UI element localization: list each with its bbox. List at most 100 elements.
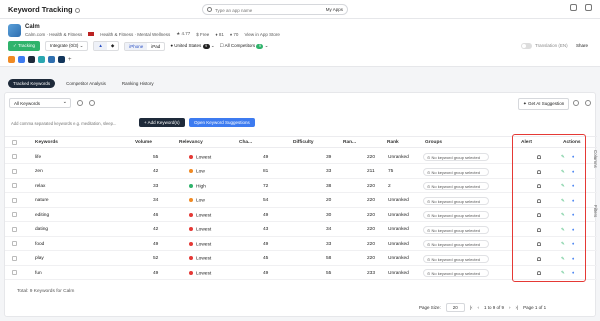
cell-volume: 52	[153, 256, 159, 261]
tab-tracked-keywords[interactable]: Tracked Keywords	[8, 79, 56, 88]
col-ranked[interactable]: Ran...	[343, 140, 356, 145]
group-select[interactable]: ⊙ No keyword group selected	[423, 254, 489, 263]
competitor-app-icon[interactable]	[28, 56, 35, 63]
tab-ranking-history[interactable]: Ranking History	[117, 79, 159, 88]
group-select[interactable]: ⊙ No keyword group selected	[423, 182, 489, 190]
app-name: Calm	[25, 24, 40, 30]
notification-icon[interactable]	[585, 4, 592, 11]
row-checkbox[interactable]	[12, 212, 17, 217]
app-meta: Calm.com · Health & Fitness Health & Fit…	[25, 31, 280, 37]
group-select[interactable]: ⊙ No keyword group selected	[423, 153, 489, 161]
total-label: Total: 9 Keywords for Calm	[17, 289, 75, 294]
refresh-icon[interactable]	[77, 100, 83, 106]
share-button[interactable]: Share	[576, 43, 588, 48]
info-icon[interactable]	[74, 7, 80, 13]
table-row[interactable]: dating 42 Lowest 43 34 220 Unranked ⊙ No keywor…	[5, 223, 597, 237]
group-select[interactable]: ⊙ No keyword group selected	[423, 196, 489, 205]
page-size-select[interactable]: 20	[445, 303, 465, 312]
col-keywords[interactable]: Keywords	[35, 140, 58, 145]
competitors-select[interactable]: ☐ All Competitors 9 ⌄	[220, 43, 268, 49]
competitor-app-icon[interactable]	[8, 56, 15, 63]
row-checkbox[interactable]	[12, 241, 17, 246]
group-select[interactable]: ⊙ No keyword group selected	[423, 211, 489, 219]
col-volume[interactable]: Volume	[135, 140, 152, 145]
row-checkbox[interactable]	[12, 226, 17, 232]
group-select[interactable]: ⊙ No keyword group selected	[423, 225, 489, 234]
table-row[interactable]: nature 34 Low 54 20 220 Unranked ⊙ No keyword g…	[5, 194, 597, 208]
help-icon[interactable]	[570, 4, 577, 11]
next-page-icon[interactable]: ›	[509, 305, 511, 310]
filters-side-tab[interactable]: Filters	[588, 205, 598, 217]
competitor-app-icon[interactable]	[58, 56, 65, 63]
cell-chance: 72	[263, 183, 269, 189]
open-suggestions-button[interactable]: Open Keyword Suggestions	[189, 118, 255, 127]
table-row[interactable]: play 52 Lowest 45 58 220 Unranked ⊙ No keyword …	[5, 252, 597, 266]
row-checkbox[interactable]	[12, 154, 17, 159]
row-checkbox[interactable]	[12, 168, 17, 174]
cell-ranked: 220	[367, 227, 376, 232]
download-icon[interactable]	[585, 100, 591, 106]
group-select[interactable]: ⊙ No keyword group selected	[423, 167, 489, 176]
integrate-dropdown[interactable]: Integrate (0/3) ⌄	[45, 41, 89, 51]
cell-keyword: relax	[35, 183, 46, 189]
table-row[interactable]: editing 46 Lowest 49 30 220 Unranked ⊙ No keywo…	[5, 208, 597, 222]
history-icon[interactable]	[89, 100, 95, 106]
select-all-checkbox[interactable]	[12, 140, 17, 145]
store-switch[interactable]: ▲ ◆	[93, 41, 120, 51]
tracking-button[interactable]: ✓ Tracking	[8, 41, 41, 51]
keyword-filter-select[interactable]: All Keywords	[9, 98, 71, 108]
cell-volume: 49	[153, 241, 159, 247]
store-link[interactable]: View in App Store	[244, 32, 279, 37]
col-chance[interactable]: Cha...	[239, 140, 252, 145]
cell-difficulty: 34	[326, 227, 332, 232]
table-row[interactable]: life 55 Lowest 49 39 220 Unranked ⊙ No keyword …	[5, 150, 597, 164]
columns-side-tab[interactable]: Columns	[588, 150, 598, 168]
tab-competitor-analysis[interactable]: Competitor Analysis	[61, 79, 111, 88]
table-row[interactable]: food 49 Lowest 49 33 220 Unranked ⊙ No keyword …	[5, 237, 597, 251]
first-page-icon[interactable]: |‹	[470, 305, 473, 310]
col-difficulty[interactable]: Difficulty	[293, 140, 314, 145]
competitor-app-icon[interactable]	[38, 56, 45, 63]
col-groups[interactable]: Groups	[425, 140, 442, 145]
competitor-app-icon[interactable]	[48, 56, 55, 63]
cell-chance: 49	[263, 241, 269, 247]
col-rank[interactable]: Rank	[387, 140, 399, 145]
cell-volume: 33	[153, 183, 159, 189]
table-row[interactable]: relax 33 High 72 38 220 2 ⊙ No keyword group se…	[5, 179, 597, 193]
rating: ★ 4.77	[176, 31, 191, 36]
prev-page-icon[interactable]: ‹	[477, 305, 479, 310]
keyword-input[interactable]	[11, 121, 133, 126]
cell-chance: 45	[263, 256, 269, 261]
group-select[interactable]: ⊙ No keyword group selected	[423, 269, 489, 277]
cell-difficulty: 58	[326, 256, 332, 261]
row-checkbox[interactable]	[12, 255, 17, 261]
add-keywords-button[interactable]: + Add Keyword(s)	[139, 118, 185, 127]
competitor-app-icon[interactable]	[18, 56, 25, 63]
table-row[interactable]: zen 42 Low 81 33 211 75 ⊙ No keyword group sele…	[5, 165, 597, 179]
translation-toggle[interactable]	[521, 43, 532, 49]
my-apps-dropdown[interactable]: My Apps	[326, 7, 343, 12]
search-input[interactable]	[215, 6, 311, 14]
device-switch[interactable]: iPhone iPad	[124, 41, 166, 51]
group-select[interactable]: ⊙ No keyword group selected	[423, 240, 489, 248]
relevancy-dot	[189, 183, 193, 188]
col-relevancy[interactable]: Relevancy	[179, 140, 203, 145]
app-search[interactable]: My Apps	[202, 4, 348, 15]
last-page-icon[interactable]: ›|	[515, 305, 518, 310]
cell-difficulty: 55	[326, 270, 332, 276]
cell-relevancy: Lowest	[189, 227, 211, 232]
copy-icon[interactable]	[573, 100, 579, 106]
add-competitor-icon[interactable]: +	[68, 57, 72, 63]
relevancy-dot	[189, 169, 193, 173]
table-row[interactable]: fun 49 Lowest 49 55 233 Unranked ⊙ No keyword g…	[5, 266, 597, 280]
ai-suggestion-button[interactable]: ✦ Get AI Suggestion	[518, 98, 570, 110]
app-header: Calm Calm.com · Health & Fitness Health …	[0, 19, 600, 67]
row-checkbox[interactable]	[12, 183, 17, 188]
keywords-panel: All Keywords ✦ Get AI Suggestion + Add K…	[4, 92, 597, 317]
cell-volume: 42	[153, 169, 159, 174]
country-select[interactable]: ● United States 9 ⌄	[170, 43, 215, 49]
row-checkbox[interactable]	[12, 197, 17, 203]
cell-relevancy: High	[189, 183, 206, 189]
relevancy-dot	[189, 241, 193, 246]
row-checkbox[interactable]	[12, 270, 17, 275]
